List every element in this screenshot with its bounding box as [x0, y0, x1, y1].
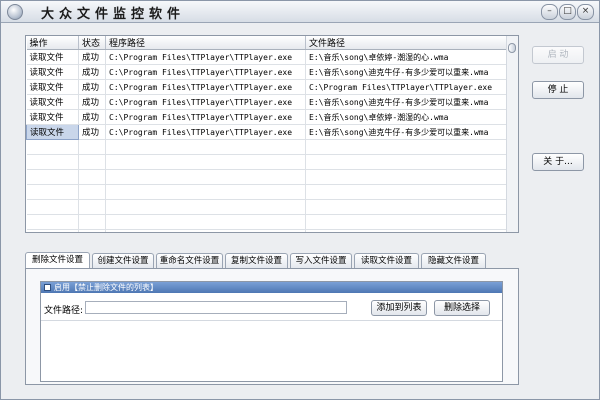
about-button[interactable]: 关 于...: [532, 153, 584, 171]
empty-row: [26, 229, 509, 232]
cell-status: 成功: [78, 79, 106, 95]
protected-file-list-group: 启用【禁止删除文件的列表】 文件路径: 添加到列表 删除选择: [40, 281, 503, 382]
list-divider: [41, 320, 502, 321]
main-window: 大众文件监控软件 – □ × 操作 状态 程序路径 文件路径 读取文件 成功 C…: [0, 0, 600, 400]
log-table: 操作 状态 程序路径 文件路径 读取文件 成功 C:\Program Files…: [26, 36, 509, 232]
column-header-status[interactable]: 状态: [78, 36, 106, 50]
tab-copy-file-settings[interactable]: 复制文件设置: [225, 253, 288, 268]
add-to-list-button[interactable]: 添加到列表: [371, 300, 427, 316]
tab-delete-file-settings[interactable]: 删除文件设置: [25, 252, 90, 268]
cell-program-path: C:\Program Files\TTPlayer\TTPlayer.exe: [105, 49, 306, 65]
cell-status: 成功: [78, 109, 106, 125]
file-path-label: 文件路径:: [44, 306, 84, 316]
title-bar[interactable]: 大众文件监控软件 – □ ×: [1, 1, 599, 23]
group-header: 启用【禁止删除文件的列表】: [41, 282, 502, 293]
cell-program-path: C:\Program Files\TTPlayer\TTPlayer.exe: [105, 64, 306, 80]
cell-status: 成功: [78, 64, 106, 80]
cell-operation: 读取文件: [26, 64, 79, 80]
cell-file-path: E:\音乐\song\迪克牛仔-有多少爱可以重来.wma: [305, 94, 509, 110]
cell-operation: 读取文件: [26, 124, 79, 140]
app-icon[interactable]: [7, 4, 23, 20]
cell-program-path: C:\Program Files\TTPlayer\TTPlayer.exe: [105, 94, 306, 110]
cell-file-path: E:\音乐\song\迪克牛仔-有多少爱可以重来.wma: [305, 64, 509, 80]
file-path-input[interactable]: [85, 301, 347, 314]
cell-file-path: E:\音乐\song\迪克牛仔-有多少爱可以重来.wma: [305, 124, 509, 140]
enable-list-checkbox[interactable]: [44, 284, 51, 291]
group-title: 启用【禁止删除文件的列表】: [54, 283, 158, 292]
tab-create-file-settings[interactable]: 创建文件设置: [92, 253, 154, 268]
window-title: 大众文件监控软件: [41, 7, 186, 22]
tab-read-file-settings[interactable]: 读取文件设置: [354, 253, 419, 268]
column-header-program-path[interactable]: 程序路径: [105, 36, 306, 50]
table-header-row: 操作 状态 程序路径 文件路径: [26, 36, 509, 50]
column-header-file-path[interactable]: 文件路径: [305, 36, 509, 50]
table-row[interactable]: 读取文件 成功 C:\Program Files\TTPlayer\TTPlay…: [26, 49, 509, 65]
cell-operation: 读取文件: [26, 109, 79, 125]
tab-rename-file-settings[interactable]: 重命名文件设置: [156, 253, 223, 268]
cell-program-path: C:\Program Files\TTPlayer\TTPlayer.exe: [105, 109, 306, 125]
cell-operation: 读取文件: [26, 49, 79, 65]
remove-selected-button[interactable]: 删除选择: [434, 300, 490, 316]
empty-row: [26, 169, 509, 185]
cell-program-path: C:\Program Files\TTPlayer\TTPlayer.exe: [105, 124, 306, 140]
empty-row: [26, 214, 509, 230]
cell-file-path: E:\音乐\song\卓依婷-潮湿的心.wma: [305, 49, 509, 65]
table-row[interactable]: 读取文件 成功 C:\Program Files\TTPlayer\TTPlay…: [26, 94, 509, 110]
column-header-operation[interactable]: 操作: [26, 36, 79, 50]
cell-status: 成功: [78, 94, 106, 110]
close-icon[interactable]: ×: [577, 4, 594, 20]
delete-settings-panel: 启用【禁止删除文件的列表】 文件路径: 添加到列表 删除选择: [25, 268, 519, 385]
cell-file-path: C:\Program Files\TTPlayer\TTPlayer.exe: [305, 79, 509, 95]
table-row[interactable]: 读取文件 成功 C:\Program Files\TTPlayer\TTPlay…: [26, 109, 509, 125]
cell-operation: 读取文件: [26, 94, 79, 110]
start-button[interactable]: 启 动: [532, 46, 584, 64]
stop-button[interactable]: 停 止: [532, 81, 584, 99]
empty-row: [26, 154, 509, 170]
minimize-icon[interactable]: –: [541, 4, 558, 20]
table-row[interactable]: 读取文件 成功 C:\Program Files\TTPlayer\TTPlay…: [26, 64, 509, 80]
cell-program-path: C:\Program Files\TTPlayer\TTPlayer.exe: [105, 79, 306, 95]
table-row-selected[interactable]: 读取文件 成功 C:\Program Files\TTPlayer\TTPlay…: [26, 124, 509, 140]
cell-operation: 读取文件: [26, 79, 79, 95]
cell-status: 成功: [78, 49, 106, 65]
cell-status: 成功: [78, 124, 106, 140]
monitor-log-table[interactable]: 操作 状态 程序路径 文件路径 读取文件 成功 C:\Program Files…: [25, 35, 519, 233]
cell-file-path: E:\音乐\song\卓依婷-潮湿的心.wma: [305, 109, 509, 125]
scrollbar-thumb[interactable]: [508, 43, 516, 53]
maximize-icon[interactable]: □: [559, 4, 576, 20]
empty-row: [26, 184, 509, 200]
tab-write-file-settings[interactable]: 写入文件设置: [290, 253, 352, 268]
empty-row: [26, 199, 509, 215]
table-row[interactable]: 读取文件 成功 C:\Program Files\TTPlayer\TTPlay…: [26, 79, 509, 95]
empty-row: [26, 139, 509, 155]
table-vertical-scrollbar[interactable]: [506, 36, 518, 232]
tab-hide-file-settings[interactable]: 隐藏文件设置: [421, 253, 486, 268]
